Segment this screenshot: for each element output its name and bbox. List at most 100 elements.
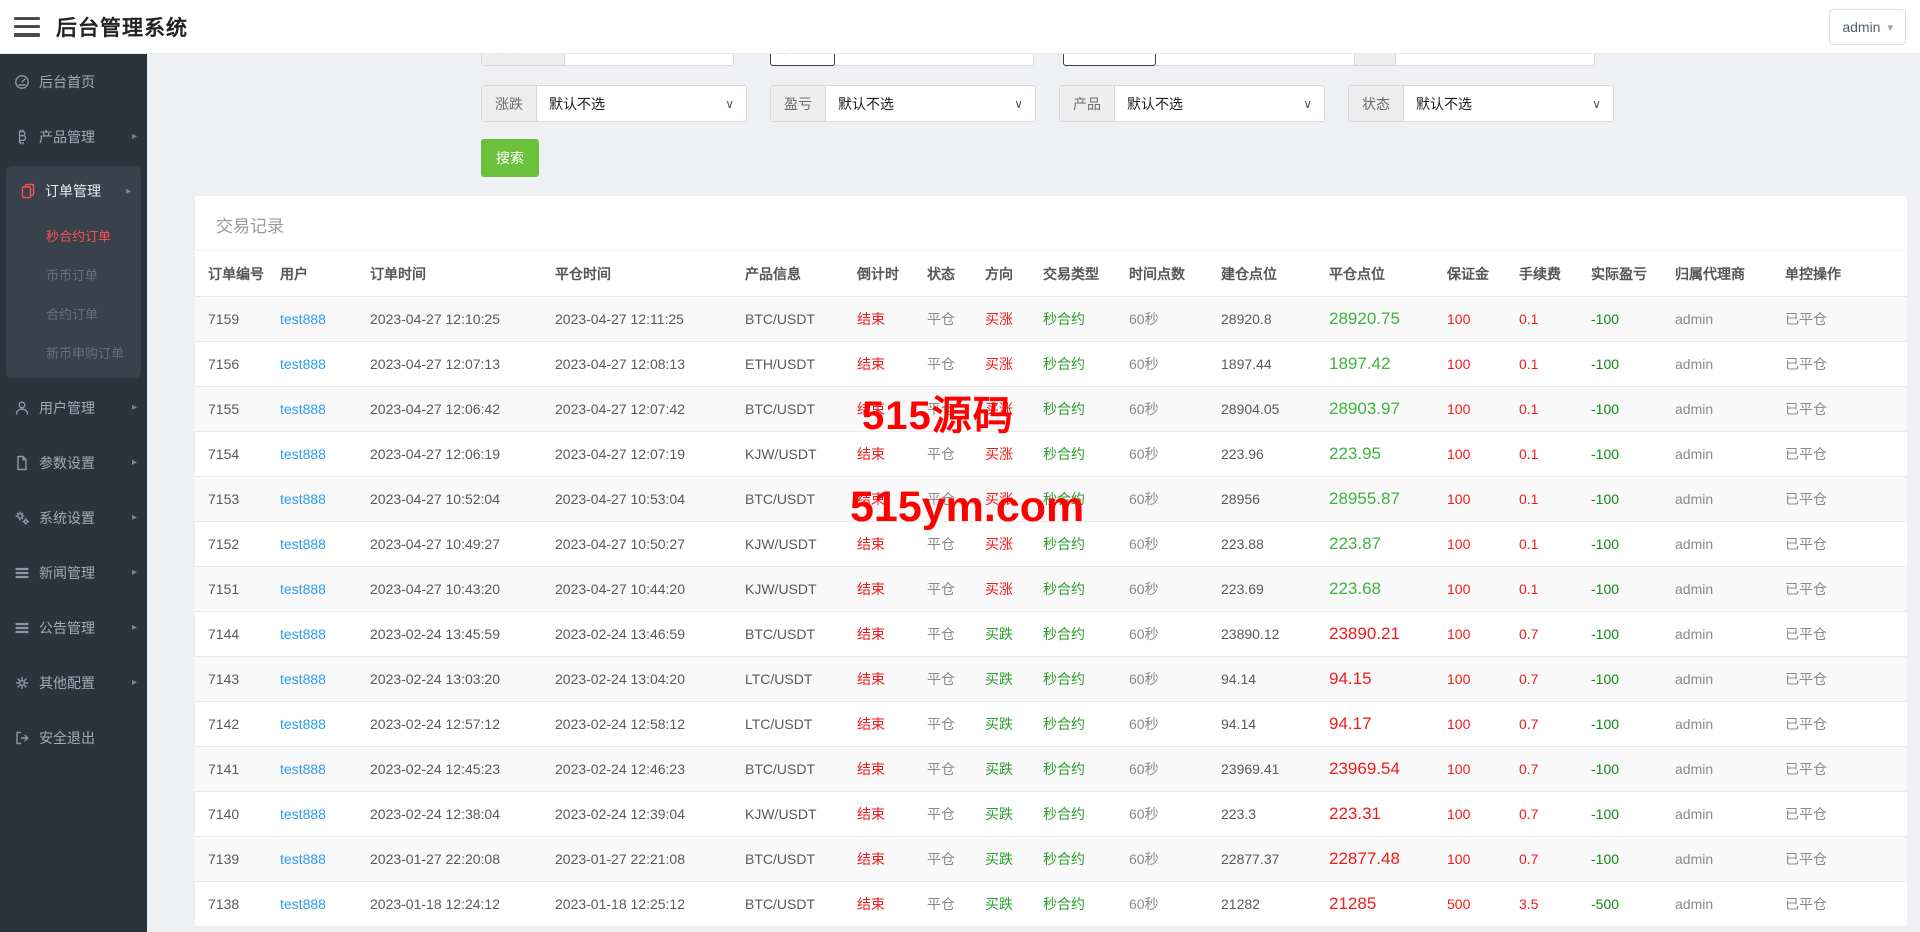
sidebar-item-label: 新闻管理 — [39, 564, 95, 581]
cell-close_time: 2023-04-27 10:50:27 — [545, 521, 735, 567]
col-header-product: 产品信息 — [735, 251, 847, 297]
chevron-right-icon: ▸ — [125, 185, 131, 197]
user-link[interactable]: test888 — [280, 851, 326, 867]
cell-margin: 100 — [1437, 656, 1509, 702]
cell-margin: 100 — [1437, 296, 1509, 342]
list-icon — [13, 565, 30, 581]
cell-open_price: 23969.41 — [1211, 746, 1319, 792]
sidebar-subitem-秒合约订单[interactable]: 秒合约订单 — [6, 216, 141, 255]
status-select[interactable]: 默认不选 ∨ — [1404, 86, 1613, 121]
user-link[interactable]: test888 — [280, 401, 326, 417]
chevron-right-icon: ▸ — [131, 622, 137, 633]
sidebar-item-label: 后台首页 — [39, 73, 95, 90]
sidebar-item-notice[interactable]: 公告管理 ▸ — [0, 600, 147, 655]
cell-fee: 0.7 — [1509, 656, 1581, 702]
user-link[interactable]: test888 — [280, 896, 326, 912]
profit-select[interactable]: 默认不选 ∨ — [826, 86, 1035, 121]
cell-product: KJW/USDT — [735, 521, 847, 567]
cell-countdown: 结束 — [847, 566, 917, 612]
cell-order_id: 7142 — [195, 701, 270, 747]
cell-trade_type: 秒合约 — [1033, 881, 1119, 927]
cell-status: 平仓 — [917, 836, 975, 882]
cell-period: 60秒 — [1119, 566, 1211, 612]
cell-control: 已平仓 — [1775, 431, 1907, 477]
col-header-open_time: 订单时间 — [360, 251, 545, 297]
user-link[interactable]: test888 — [280, 356, 326, 372]
rise-fall-select[interactable]: 默认不选 ∨ — [537, 86, 746, 121]
sidebar-subitem-新币申购订单[interactable]: 新币申购订单 — [6, 333, 141, 372]
cell-status: 平仓 — [917, 476, 975, 522]
search-button[interactable]: 搜索 — [481, 139, 539, 177]
sidebar-item-users[interactable]: 用户管理 ▸ — [0, 380, 147, 435]
cell-profit: -100 — [1581, 746, 1665, 792]
cell-trade_type: 秒合约 — [1033, 521, 1119, 567]
panel-title: 交易记录 — [195, 196, 1907, 251]
cell-profit: -100 — [1581, 656, 1665, 702]
cell-margin: 100 — [1437, 386, 1509, 432]
filter-row-2: 涨跌 默认不选 ∨ 盈亏 默认不选 ∨ 产品 默认不选 ∨ 状态 默认不选 ∨ — [481, 85, 1907, 122]
table-row: 7144 test888 2023-02-24 13:45:59 2023-02-24… — [195, 611, 1907, 657]
menu-toggle-icon[interactable] — [14, 16, 40, 37]
sidebar-subitem-合约订单[interactable]: 合约订单 — [6, 294, 141, 333]
cell-margin: 100 — [1437, 566, 1509, 612]
list-icon — [13, 620, 30, 636]
cell-open_time: 2023-02-24 13:45:59 — [360, 611, 545, 657]
user-link[interactable]: test888 — [280, 806, 326, 822]
cell-countdown: 结束 — [847, 656, 917, 702]
product-label: 产品 — [1060, 86, 1115, 121]
cell-product: KJW/USDT — [735, 431, 847, 477]
cell-countdown: 结束 — [847, 746, 917, 792]
user-link[interactable]: test888 — [280, 446, 326, 462]
cell-countdown: 结束 — [847, 701, 917, 747]
cell-period: 60秒 — [1119, 611, 1211, 657]
select-caret-icon: ∨ — [725, 96, 734, 111]
cell-status: 平仓 — [917, 611, 975, 657]
cell-countdown: 结束 — [847, 836, 917, 882]
sidebar-item-home[interactable]: 后台首页 — [0, 54, 147, 109]
sidebar-item-logout[interactable]: 安全退出 — [0, 710, 147, 765]
cell-trade_type: 秒合约 — [1033, 296, 1119, 342]
sidebar-subitem-币币订单[interactable]: 币币订单 — [6, 255, 141, 294]
sidebar-item-products[interactable]: 产品管理 ▸ — [0, 109, 147, 164]
cell-profit: -100 — [1581, 431, 1665, 477]
cell-order_id: 7153 — [195, 476, 270, 522]
cell-margin: 100 — [1437, 431, 1509, 477]
user-link[interactable]: test888 — [280, 536, 326, 552]
select-caret-icon: ∨ — [1592, 96, 1601, 111]
sidebar-item-other[interactable]: 其他配置 ▸ — [0, 655, 147, 710]
product-select[interactable]: 默认不选 ∨ — [1115, 86, 1324, 121]
user-link[interactable]: test888 — [280, 491, 326, 507]
user-link[interactable]: test888 — [280, 716, 326, 732]
cell-profit: -100 — [1581, 521, 1665, 567]
sidebar-item-system[interactable]: 系统设置 ▸ — [0, 490, 147, 545]
cell-close_price: 28903.97 — [1319, 386, 1437, 432]
sidebar-item-params[interactable]: 参数设置 ▸ — [0, 435, 147, 490]
cell-close_price: 223.87 — [1319, 521, 1437, 567]
cell-open_price: 21282 — [1211, 881, 1319, 927]
cell-close_time: 2023-02-24 13:46:59 — [545, 611, 735, 657]
profit-label: 盈亏 — [771, 86, 826, 121]
cell-close_price: 23969.54 — [1319, 746, 1437, 792]
chevron-right-icon: ▸ — [131, 677, 137, 688]
user-menu-button[interactable]: admin ▾ — [1829, 9, 1906, 45]
user-icon — [13, 400, 30, 416]
user-link[interactable]: test888 — [280, 761, 326, 777]
cell-fee: 0.7 — [1509, 836, 1581, 882]
cell-open_price: 28920.8 — [1211, 296, 1319, 342]
cell-agent: admin — [1665, 566, 1775, 612]
sidebar-item-label: 参数设置 — [39, 454, 95, 471]
cell-order_id: 7155 — [195, 386, 270, 432]
cell-countdown: 结束 — [847, 341, 917, 387]
cell-order_id: 7139 — [195, 836, 270, 882]
user-link[interactable]: test888 — [280, 311, 326, 327]
cell-order_id: 7152 — [195, 521, 270, 567]
user-link[interactable]: test888 — [280, 671, 326, 687]
user-link[interactable]: test888 — [280, 581, 326, 597]
cell-close_time: 2023-04-27 10:44:20 — [545, 566, 735, 612]
sidebar-item-orders[interactable]: 订单管理 ▸ — [6, 166, 141, 216]
cell-period: 60秒 — [1119, 836, 1211, 882]
sidebar-item-news[interactable]: 新闻管理 ▸ — [0, 545, 147, 600]
col-header-close_price: 平仓点位 — [1319, 251, 1437, 297]
user-link[interactable]: test888 — [280, 626, 326, 642]
cell-open_price: 223.69 — [1211, 566, 1319, 612]
